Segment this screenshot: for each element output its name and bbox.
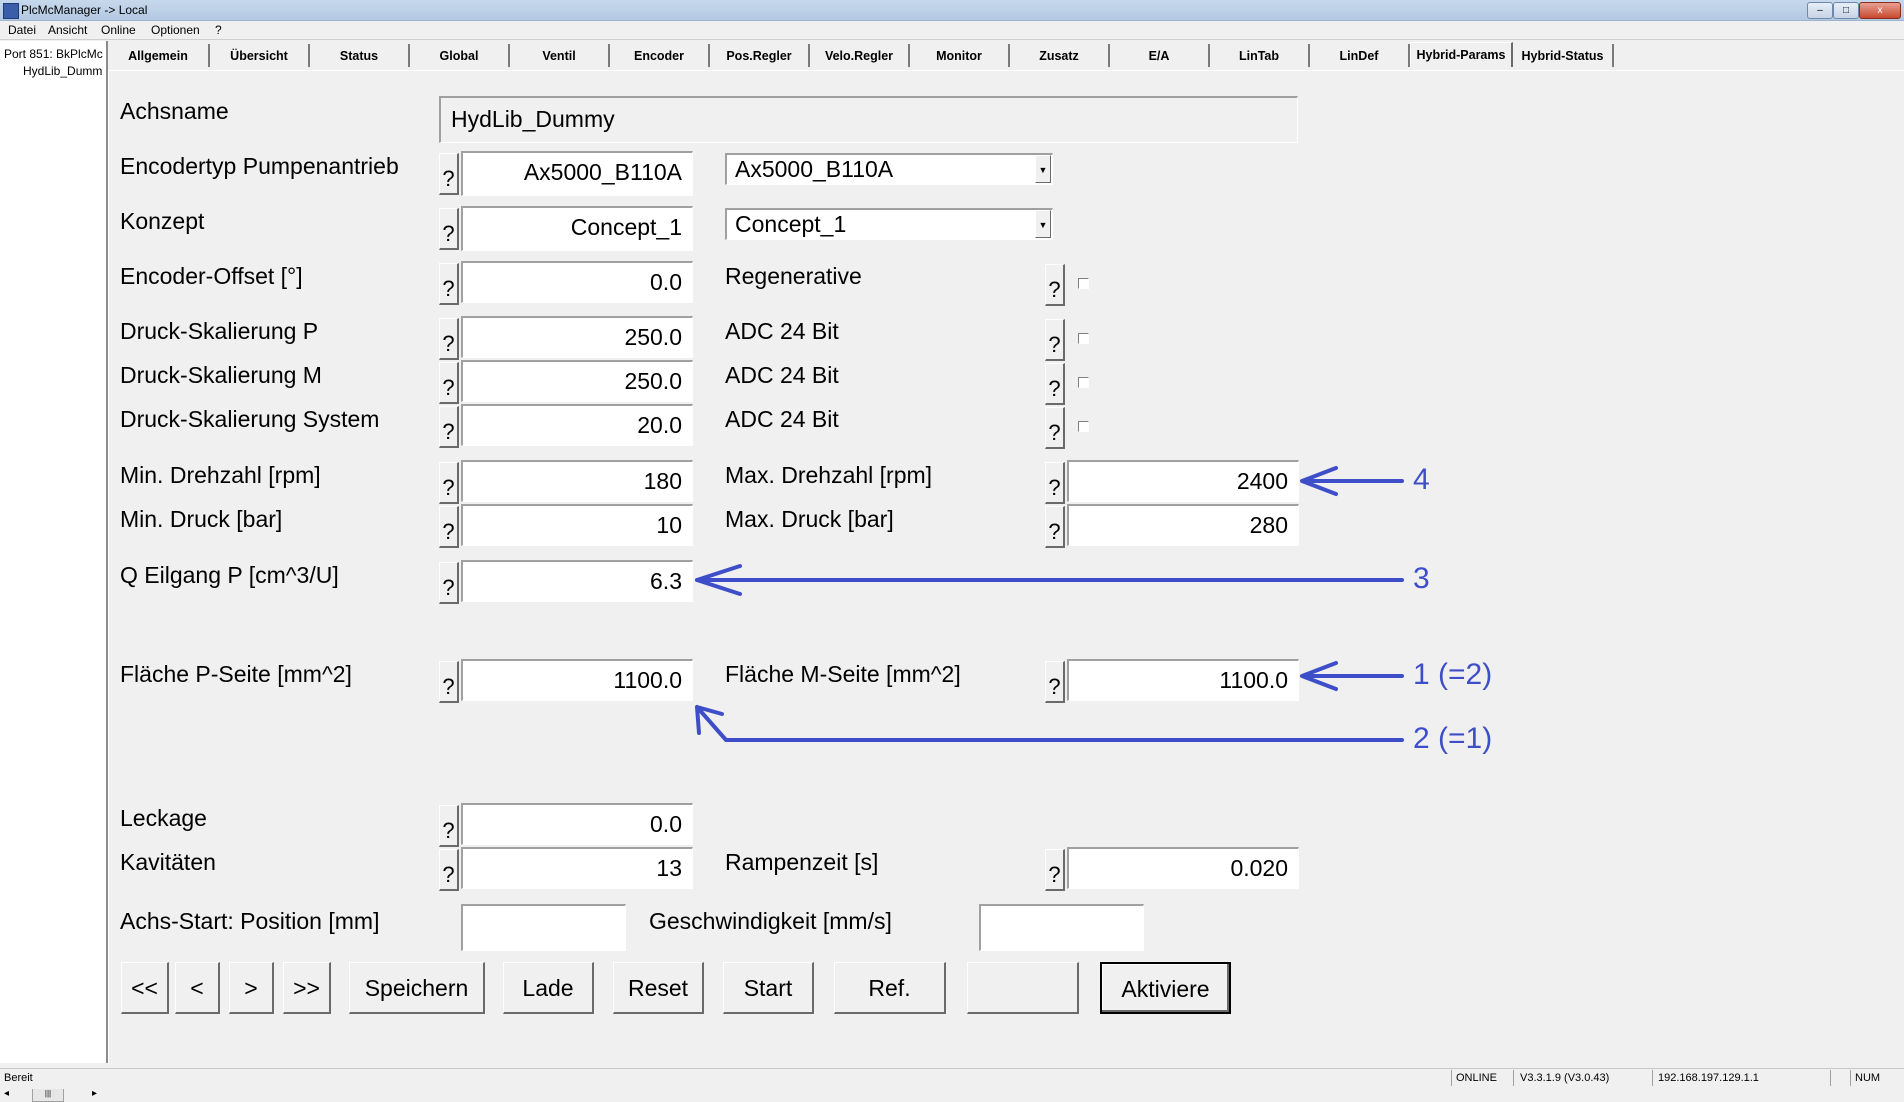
scroll-right-icon[interactable]: ▸ (92, 1088, 97, 1099)
annotation-label-4: 4 (1413, 463, 1430, 496)
status-ready: Bereit (4, 1072, 33, 1084)
status-ip: 192.168.197.129.1.1 (1658, 1072, 1759, 1084)
scroll-left-icon[interactable]: ◂ (4, 1088, 9, 1099)
annotation-label-3: 3 (1413, 562, 1430, 595)
arrow-2 (695, 705, 1404, 742)
annotation-overlay (695, 466, 1404, 742)
status-bar: Bereit ONLINE V3.3.1.9 (V3.0.43) 192.168… (0, 1068, 1904, 1089)
scroll-thumb[interactable]: ||| (32, 1088, 64, 1102)
arrow-1 (1300, 661, 1404, 691)
status-online: ONLINE (1456, 1072, 1497, 1084)
annotation-label-1: 1 (=2) (1413, 658, 1493, 691)
arrow-3 (695, 564, 1404, 596)
status-version: V3.3.1.9 (V3.0.43) (1520, 1072, 1610, 1084)
arrow-4 (1300, 466, 1404, 496)
tree-horizontal-scrollbar[interactable]: ◂ ||| ▸ (2, 1087, 102, 1102)
status-num: NUM (1855, 1072, 1881, 1084)
annotation-label-2: 2 (=1) (1413, 722, 1493, 755)
